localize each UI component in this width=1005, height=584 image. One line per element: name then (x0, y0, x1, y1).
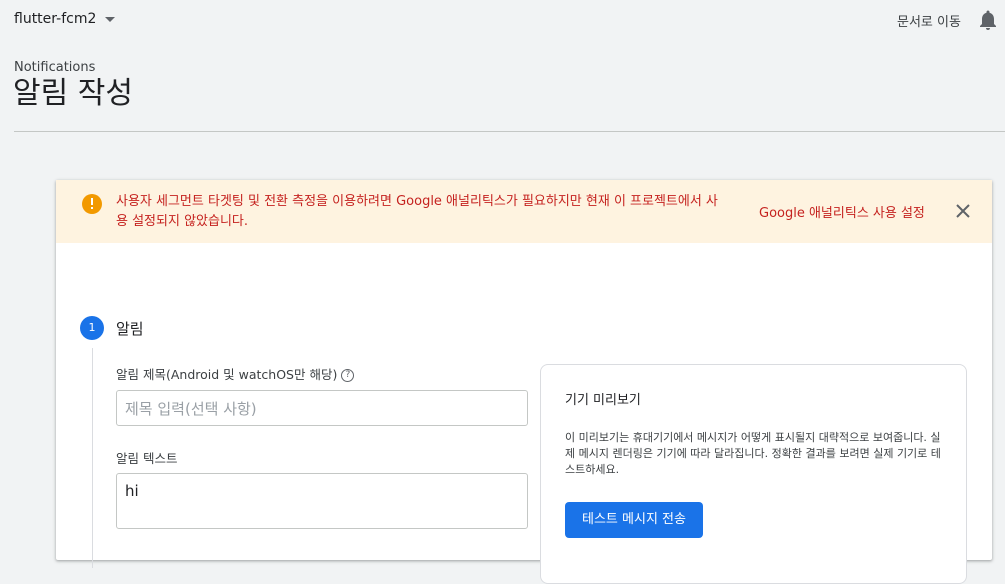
analytics-warning-banner: 사용자 세그먼트 타겟팅 및 전환 측정을 이용하려면 Google 애널리틱스… (56, 180, 992, 243)
device-preview-title: 기기 미리보기 (565, 393, 641, 408)
header-divider (14, 131, 1005, 132)
notification-text-label: 알림 텍스트 (116, 451, 178, 466)
page-title: 알림 작성 (13, 76, 133, 111)
docs-link[interactable]: 문서로 이동 (897, 11, 961, 30)
help-icon[interactable]: ? (341, 369, 355, 382)
notification-text-value: hi (125, 482, 139, 500)
send-test-message-button[interactable]: 테스트 메시지 전송 (565, 502, 703, 538)
notification-title-label: 알림 제목(Android 및 watchOS만 해당)? (116, 364, 355, 383)
title-input-placeholder: 제목 입력(선택 사항) (125, 400, 257, 418)
notification-text-input[interactable]: hi (116, 473, 528, 529)
step-title: 알림 (116, 320, 144, 338)
breadcrumb: Notifications (14, 60, 96, 75)
enable-analytics-link[interactable]: Google 애널리틱스 사용 설정 (759, 202, 925, 221)
warning-icon (82, 194, 102, 214)
top-bar: flutter-fcm2 문서로 이동 (0, 0, 1005, 40)
step-number-badge: 1 (80, 316, 104, 340)
notification-title-label-text: 알림 제목(Android 및 watchOS만 해당) (116, 367, 338, 382)
close-icon[interactable] (955, 203, 971, 219)
project-selector[interactable]: flutter-fcm2 (14, 11, 116, 27)
project-name: flutter-fcm2 (14, 11, 97, 27)
banner-message: 사용자 세그먼트 타겟팅 및 전환 측정을 이용하려면 Google 애널리틱스… (116, 194, 718, 229)
compose-card: 사용자 세그먼트 타겟팅 및 전환 측정을 이용하려면 Google 애널리틱스… (56, 180, 992, 584)
step-connector-line (92, 348, 93, 568)
device-preview-panel: 기기 미리보기 이 미리보기는 휴대기기에서 메시지가 어떻게 표시될지 대략적… (540, 364, 967, 584)
notification-title-input[interactable]: 제목 입력(선택 사항) (116, 390, 528, 426)
caret-down-icon (105, 17, 116, 22)
device-preview-description: 이 미리보기는 휴대기기에서 메시지가 어떻게 표시될지 대략적으로 보여줍니다… (565, 431, 941, 476)
bell-icon[interactable] (978, 9, 998, 31)
